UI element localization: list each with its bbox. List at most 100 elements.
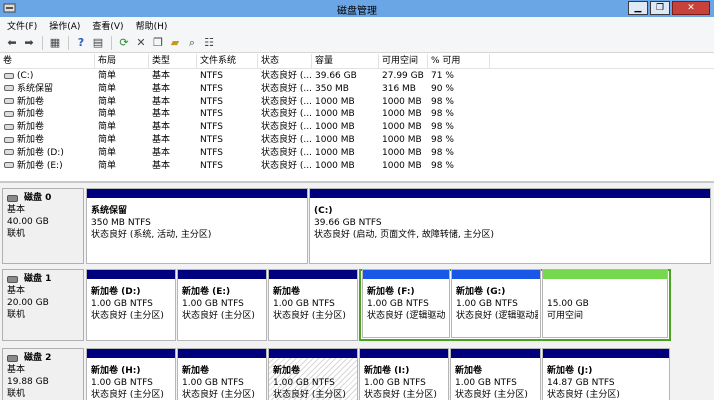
settings-icon[interactable]: ☷ <box>201 35 217 51</box>
back-icon[interactable]: ⬅ <box>4 35 20 51</box>
partition-new-volume[interactable]: 新加卷 1.00 GB NTFS 状态良好 (主分区) <box>450 348 541 400</box>
partition-g[interactable]: 新加卷 (G:) 1.00 GB NTFS 状态良好 (逻辑驱动器 <box>451 269 541 338</box>
partition-size: 1.00 GB NTFS <box>364 378 426 388</box>
toolbar-divider <box>68 35 69 50</box>
partition-status: 状态良好 (主分区) <box>273 311 346 321</box>
volume-name: (C:) <box>17 71 34 81</box>
partition-status: 状态良好 (主分区) <box>182 311 255 321</box>
column-header-free-space[interactable]: 可用空间 <box>379 54 428 69</box>
properties-icon[interactable]: ▤ <box>90 35 106 51</box>
volume-free-space: 1000 MB <box>382 160 422 171</box>
volume-row[interactable]: 新加卷 简单 基本 NTFS 状态良好 (... 1000 MB 1000 MB… <box>0 108 714 121</box>
volume-filesystem: NTFS <box>200 96 223 107</box>
volume-list: 卷 布局 类型 文件系统 状态 容量 可用空间 % 可用 (C:) 简单 基本 … <box>0 54 714 178</box>
partition-i[interactable]: 新加卷 (I:) 1.00 GB NTFS 状态良好 (主分区) <box>359 348 449 400</box>
partition-bar <box>543 270 667 279</box>
volume-row[interactable]: 系统保留 简单 基本 NTFS 状态良好 (... 350 MB 316 MB … <box>0 83 714 96</box>
close-button[interactable]: ✕ <box>672 1 710 15</box>
volume-status: 状态良好 (... <box>261 71 312 81</box>
partition-bar <box>310 189 710 198</box>
column-header-percent-free[interactable]: % 可用 <box>428 54 490 69</box>
partition-free-space[interactable]: 15.00 GB 可用空间 <box>542 269 668 338</box>
volume-filesystem: NTFS <box>200 83 223 94</box>
partition-size: 1.00 GB NTFS <box>273 299 335 309</box>
column-header-layout[interactable]: 布局 <box>95 54 149 69</box>
partition-new-volume[interactable]: 新加卷 1.00 GB NTFS 状态良好 (主分区) <box>268 269 358 341</box>
title-bar: 磁盘管理 ▁ ❐ ✕ <box>0 0 714 17</box>
volume-status: 状态良好 (... <box>261 109 312 120</box>
partition-bar <box>543 349 669 358</box>
volume-icon <box>4 123 14 130</box>
column-header-status[interactable]: 状态 <box>258 54 312 69</box>
menu-action[interactable]: 操作(A) <box>49 19 80 32</box>
volume-type: 基本 <box>152 109 171 120</box>
volume-type: 基本 <box>152 147 171 158</box>
volume-filesystem: NTFS <box>200 160 223 171</box>
disk-name: 磁盘 0 <box>24 193 52 203</box>
partition-f[interactable]: 新加卷 (F:) 1.00 GB NTFS 状态良好 (逻辑驱动 <box>362 269 450 338</box>
partition-j[interactable]: 新加卷 (J:) 14.87 GB NTFS 状态良好 (主分区) <box>542 348 670 400</box>
partition-d[interactable]: 新加卷 (D:) 1.00 GB NTFS 状态良好 (主分区) <box>86 269 176 341</box>
partition-bar <box>360 349 448 358</box>
column-header-filesystem[interactable]: 文件系统 <box>197 54 258 69</box>
volume-row[interactable]: 新加卷 简单 基本 NTFS 状态良好 (... 1000 MB 1000 MB… <box>0 121 714 134</box>
partition-size: 1.00 GB NTFS <box>91 378 153 388</box>
volume-free-space: 27.99 GB <box>382 71 424 81</box>
partition-h[interactable]: 新加卷 (H:) 1.00 GB NTFS 状态良好 (主分区) <box>86 348 176 400</box>
volume-filesystem: NTFS <box>200 147 223 158</box>
disk-icon <box>7 194 18 202</box>
volume-icon <box>4 85 14 92</box>
partition-status: 状态良好 (主分区) <box>91 390 164 400</box>
console-icon[interactable]: ▦ <box>47 35 63 51</box>
partition-size: 15.00 GB <box>547 299 589 309</box>
column-header-volume[interactable]: 卷 <box>0 54 95 69</box>
volume-capacity: 1000 MB <box>315 96 355 107</box>
minimize-button[interactable]: ▁ <box>628 1 648 15</box>
partition-e[interactable]: 新加卷 (E:) 1.00 GB NTFS 状态良好 (主分区) <box>177 269 267 341</box>
partition-new-volume-selected[interactable]: 新加卷 1.00 GB NTFS 状态良好 (主分区) <box>268 348 358 400</box>
copy-icon[interactable]: ❐ <box>150 35 166 51</box>
volume-status: 状态良好 (... <box>261 96 312 107</box>
disk-2-label[interactable]: 磁盘 2 基本 19.88 GB 联机 <box>2 348 84 400</box>
volume-free-space: 1000 MB <box>382 135 422 145</box>
volume-row[interactable]: (C:) 简单 基本 NTFS 状态良好 (... 39.66 GB 27.99… <box>0 70 714 83</box>
open-icon[interactable]: ▰ <box>167 35 183 51</box>
menu-help[interactable]: 帮助(H) <box>136 19 168 32</box>
partition-title: 新加卷 (J:) <box>547 366 593 376</box>
refresh-icon[interactable]: ⟳ <box>116 35 132 51</box>
delete-icon[interactable]: ✕ <box>133 35 149 51</box>
volume-percent-free: 98 % <box>431 135 454 145</box>
column-header-type[interactable]: 类型 <box>149 54 197 69</box>
forward-icon[interactable]: ➡ <box>21 35 37 51</box>
partition-size: 14.87 GB NTFS <box>547 378 615 388</box>
menu-file[interactable]: 文件(F) <box>7 19 37 32</box>
volume-status: 状态良好 (... <box>261 122 312 133</box>
partition-size: 350 MB NTFS <box>91 218 151 228</box>
volume-row[interactable]: 新加卷 简单 基本 NTFS 状态良好 (... 1000 MB 1000 MB… <box>0 134 714 147</box>
volume-type: 基本 <box>152 71 171 81</box>
disk-graphical-view: 磁盘 0 基本 40.00 GB 联机 系统保留 350 MB NTFS 状态良好 … <box>0 181 714 400</box>
volume-filesystem: NTFS <box>200 135 223 145</box>
disk-0-label[interactable]: 磁盘 0 基本 40.00 GB 联机 <box>2 188 84 264</box>
volume-row[interactable]: 新加卷 简单 基本 NTFS 状态良好 (... 1000 MB 1000 MB… <box>0 96 714 109</box>
volume-layout: 简单 <box>98 83 117 94</box>
help-icon[interactable]: ? <box>73 35 89 51</box>
volume-row[interactable]: 新加卷 (D:) 简单 基本 NTFS 状态良好 (... 1000 MB 10… <box>0 147 714 160</box>
partition-new-volume[interactable]: 新加卷 1.00 GB NTFS 状态良好 (主分区) <box>177 348 267 400</box>
volume-row[interactable]: 新加卷 (E:) 简单 基本 NTFS 状态良好 (... 1000 MB 10… <box>0 160 714 173</box>
disk-1-label[interactable]: 磁盘 1 基本 20.00 GB 联机 <box>2 269 84 341</box>
partition-title: 新加卷 <box>273 366 301 376</box>
partition-c[interactable]: (C:) 39.66 GB NTFS 状态良好 (启动, 页面文件, 故障转储, 主… <box>309 188 711 264</box>
volume-name: 新加卷 (E:) <box>17 160 63 171</box>
disk-name: 磁盘 2 <box>24 353 52 363</box>
volume-percent-free: 98 % <box>431 122 454 133</box>
partition-size: 1.00 GB NTFS <box>456 299 518 309</box>
partition-system-reserved[interactable]: 系统保留 350 MB NTFS 状态良好 (系统, 活动, 主分区) <box>86 188 308 264</box>
column-header-capacity[interactable]: 容量 <box>312 54 379 69</box>
menu-view[interactable]: 查看(V) <box>92 19 123 32</box>
partition-size: 1.00 GB NTFS <box>91 299 153 309</box>
search-icon[interactable]: ⌕ <box>184 35 200 51</box>
maximize-button[interactable]: ❐ <box>650 1 670 15</box>
partition-title: 系统保留 <box>91 206 128 216</box>
partition-title: 新加卷 (D:) <box>91 287 141 297</box>
